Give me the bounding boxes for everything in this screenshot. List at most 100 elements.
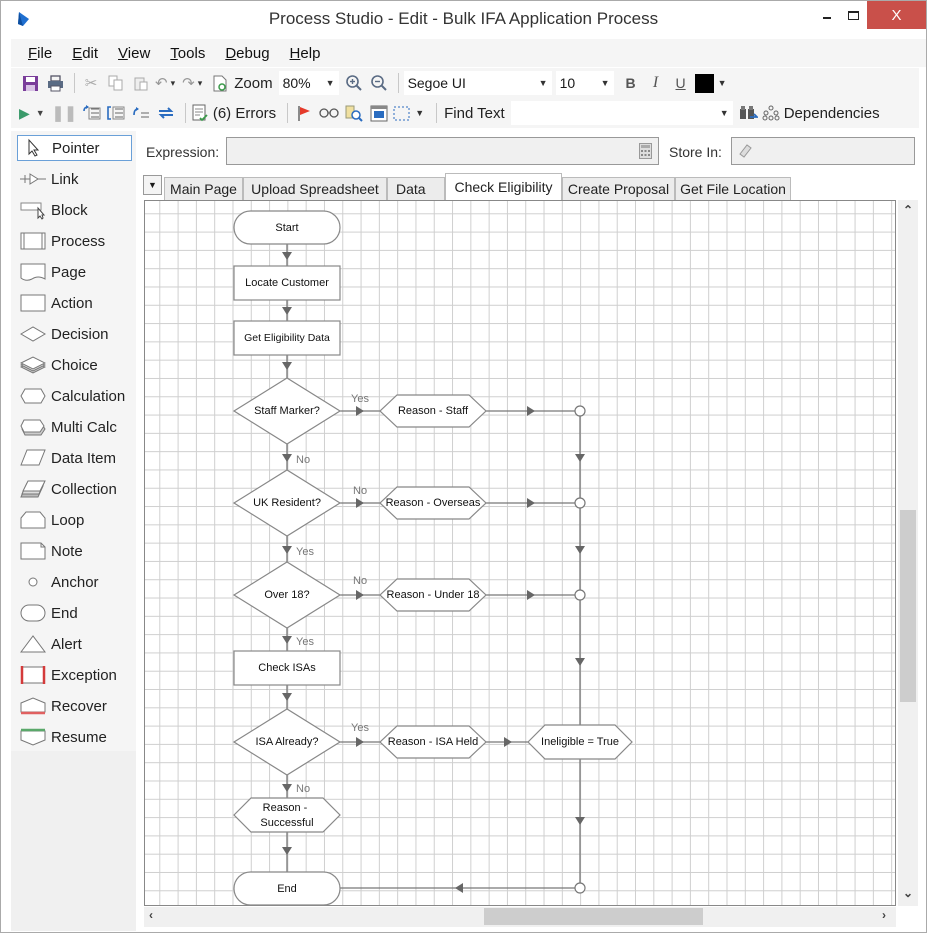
- underline-button[interactable]: U: [670, 71, 692, 95]
- tool-calculation[interactable]: Calculation: [17, 383, 132, 409]
- step-out-button[interactable]: [130, 101, 152, 125]
- tool-exception[interactable]: Exception: [17, 662, 132, 688]
- zoom-out-button[interactable]: [368, 71, 390, 95]
- tool-recover[interactable]: Recover: [17, 693, 132, 719]
- tool-action[interactable]: Action: [17, 290, 132, 316]
- edge-label: Yes: [351, 393, 369, 405]
- maximize-button[interactable]: [839, 1, 867, 29]
- zoom-in-button[interactable]: [343, 71, 365, 95]
- font-size-select[interactable]: 10 ▼: [555, 71, 614, 95]
- selection-button[interactable]: ▼: [393, 101, 428, 125]
- arrowhead: [282, 307, 292, 315]
- redo-button[interactable]: ↷ ▾: [182, 71, 206, 95]
- dependencies-button[interactable]: Dependencies: [762, 101, 880, 125]
- expression-input[interactable]: [226, 137, 659, 165]
- horizontal-scrollbar[interactable]: ‹ ›: [144, 907, 896, 927]
- bold-button[interactable]: B: [620, 71, 642, 95]
- resume-icon: [20, 728, 46, 746]
- tool-end[interactable]: End: [17, 600, 132, 626]
- tool-page[interactable]: Page: [17, 259, 132, 285]
- tool-decision[interactable]: Decision: [17, 321, 132, 347]
- tab-get-file-location[interactable]: Get File Location: [675, 177, 791, 200]
- tool-data-item[interactable]: Data Item: [17, 445, 132, 471]
- menu-debug[interactable]: Debug: [225, 45, 269, 62]
- scroll-right-icon[interactable]: ›: [882, 908, 886, 922]
- horizontal-scroll-thumb[interactable]: [484, 908, 703, 925]
- separator: [184, 103, 186, 123]
- tab-upload-spreadsheet[interactable]: Upload Spreadsheet: [243, 177, 387, 200]
- tab-create-proposal[interactable]: Create Proposal: [562, 177, 675, 200]
- arrowhead: [282, 847, 292, 855]
- tool-choice[interactable]: Choice: [17, 352, 132, 378]
- menu-tools[interactable]: Tools: [170, 45, 205, 62]
- italic-button[interactable]: I: [645, 71, 667, 95]
- tool-anchor[interactable]: Anchor: [17, 569, 132, 595]
- node-label: Successful: [260, 817, 313, 829]
- tool-loop[interactable]: Loop: [17, 507, 132, 533]
- font-color-button[interactable]: ▼: [694, 71, 731, 95]
- print-button[interactable]: [44, 71, 66, 95]
- calculator-icon[interactable]: [639, 143, 652, 159]
- arrowhead: [282, 784, 292, 792]
- bold-icon: B: [625, 75, 636, 91]
- exception-icon: [20, 666, 46, 684]
- anchor-node[interactable]: [574, 405, 586, 417]
- menu-help[interactable]: Help: [290, 45, 321, 62]
- anchor-node[interactable]: [574, 882, 586, 894]
- undo-button[interactable]: ↶ ▾: [155, 71, 179, 95]
- store-in-input[interactable]: [731, 137, 915, 165]
- chevron-down-icon: ▼: [717, 78, 727, 88]
- pause-button[interactable]: ❚❚: [52, 101, 77, 125]
- tool-alert[interactable]: Alert: [17, 631, 132, 657]
- tool-collection[interactable]: Collection: [17, 476, 132, 502]
- anchor-node[interactable]: [574, 497, 586, 509]
- vertical-scroll-thumb[interactable]: [900, 510, 916, 702]
- menu-label: iew: [127, 44, 151, 62]
- refresh-zoom-button[interactable]: [209, 71, 231, 95]
- tool-multi-calc[interactable]: Multi Calc: [17, 414, 132, 440]
- run-button[interactable]: ▶ ▼: [19, 101, 49, 125]
- minimize-button[interactable]: [813, 1, 841, 29]
- window-view-button[interactable]: [368, 101, 390, 125]
- undo-icon: ↶: [155, 75, 168, 92]
- reset-button[interactable]: [155, 101, 177, 125]
- anchor-node[interactable]: [574, 589, 586, 601]
- tool-pointer[interactable]: Pointer: [17, 135, 132, 161]
- process-diagram-canvas[interactable]: Start Locate Customer Get Eligibility Da…: [144, 200, 896, 906]
- breakpoint-button[interactable]: [293, 101, 315, 125]
- tool-label: Action: [51, 294, 93, 312]
- menu-edit[interactable]: Edit: [72, 45, 98, 62]
- tabs-dropdown-button[interactable]: ▼: [143, 175, 162, 195]
- tool-process[interactable]: Process: [17, 228, 132, 254]
- zoom-select[interactable]: 80% ▼: [278, 71, 339, 95]
- scroll-left-icon[interactable]: ‹: [149, 908, 153, 922]
- inspect-button[interactable]: [343, 101, 365, 125]
- paste-button[interactable]: [130, 71, 152, 95]
- tool-note[interactable]: Note: [17, 538, 132, 564]
- find-text-input[interactable]: ▼: [510, 101, 733, 125]
- tab-main-page[interactable]: Main Page: [164, 177, 243, 200]
- vertical-scrollbar[interactable]: ⌃ ⌄: [898, 200, 918, 906]
- step-button[interactable]: [80, 101, 102, 125]
- step-over-button[interactable]: [105, 101, 127, 125]
- tool-block[interactable]: Block: [17, 197, 132, 223]
- menu-file[interactable]: File: [28, 45, 52, 62]
- scroll-up-icon[interactable]: ⌃: [903, 203, 913, 217]
- errors-button[interactable]: (6) Errors: [191, 101, 276, 125]
- close-button[interactable]: X: [867, 1, 926, 29]
- zoom-label: Zoom: [234, 74, 273, 92]
- copy-button[interactable]: [105, 71, 127, 95]
- font-family-select[interactable]: Segoe UI ▼: [403, 71, 552, 95]
- find-button[interactable]: [737, 101, 759, 125]
- tool-link[interactable]: Link: [17, 166, 132, 192]
- node-label: ISA Already?: [256, 736, 319, 748]
- watch-button[interactable]: [318, 101, 340, 125]
- tab-check-eligibility[interactable]: Check Eligibility: [445, 173, 562, 200]
- cut-button[interactable]: ✂: [80, 71, 102, 95]
- tab-data[interactable]: Data: [387, 177, 445, 200]
- menu-view[interactable]: View: [118, 45, 150, 62]
- tool-resume[interactable]: Resume: [17, 724, 132, 750]
- tool-label: Calculation: [51, 387, 126, 405]
- scroll-down-icon[interactable]: ⌄: [903, 886, 913, 900]
- save-button[interactable]: [19, 71, 41, 95]
